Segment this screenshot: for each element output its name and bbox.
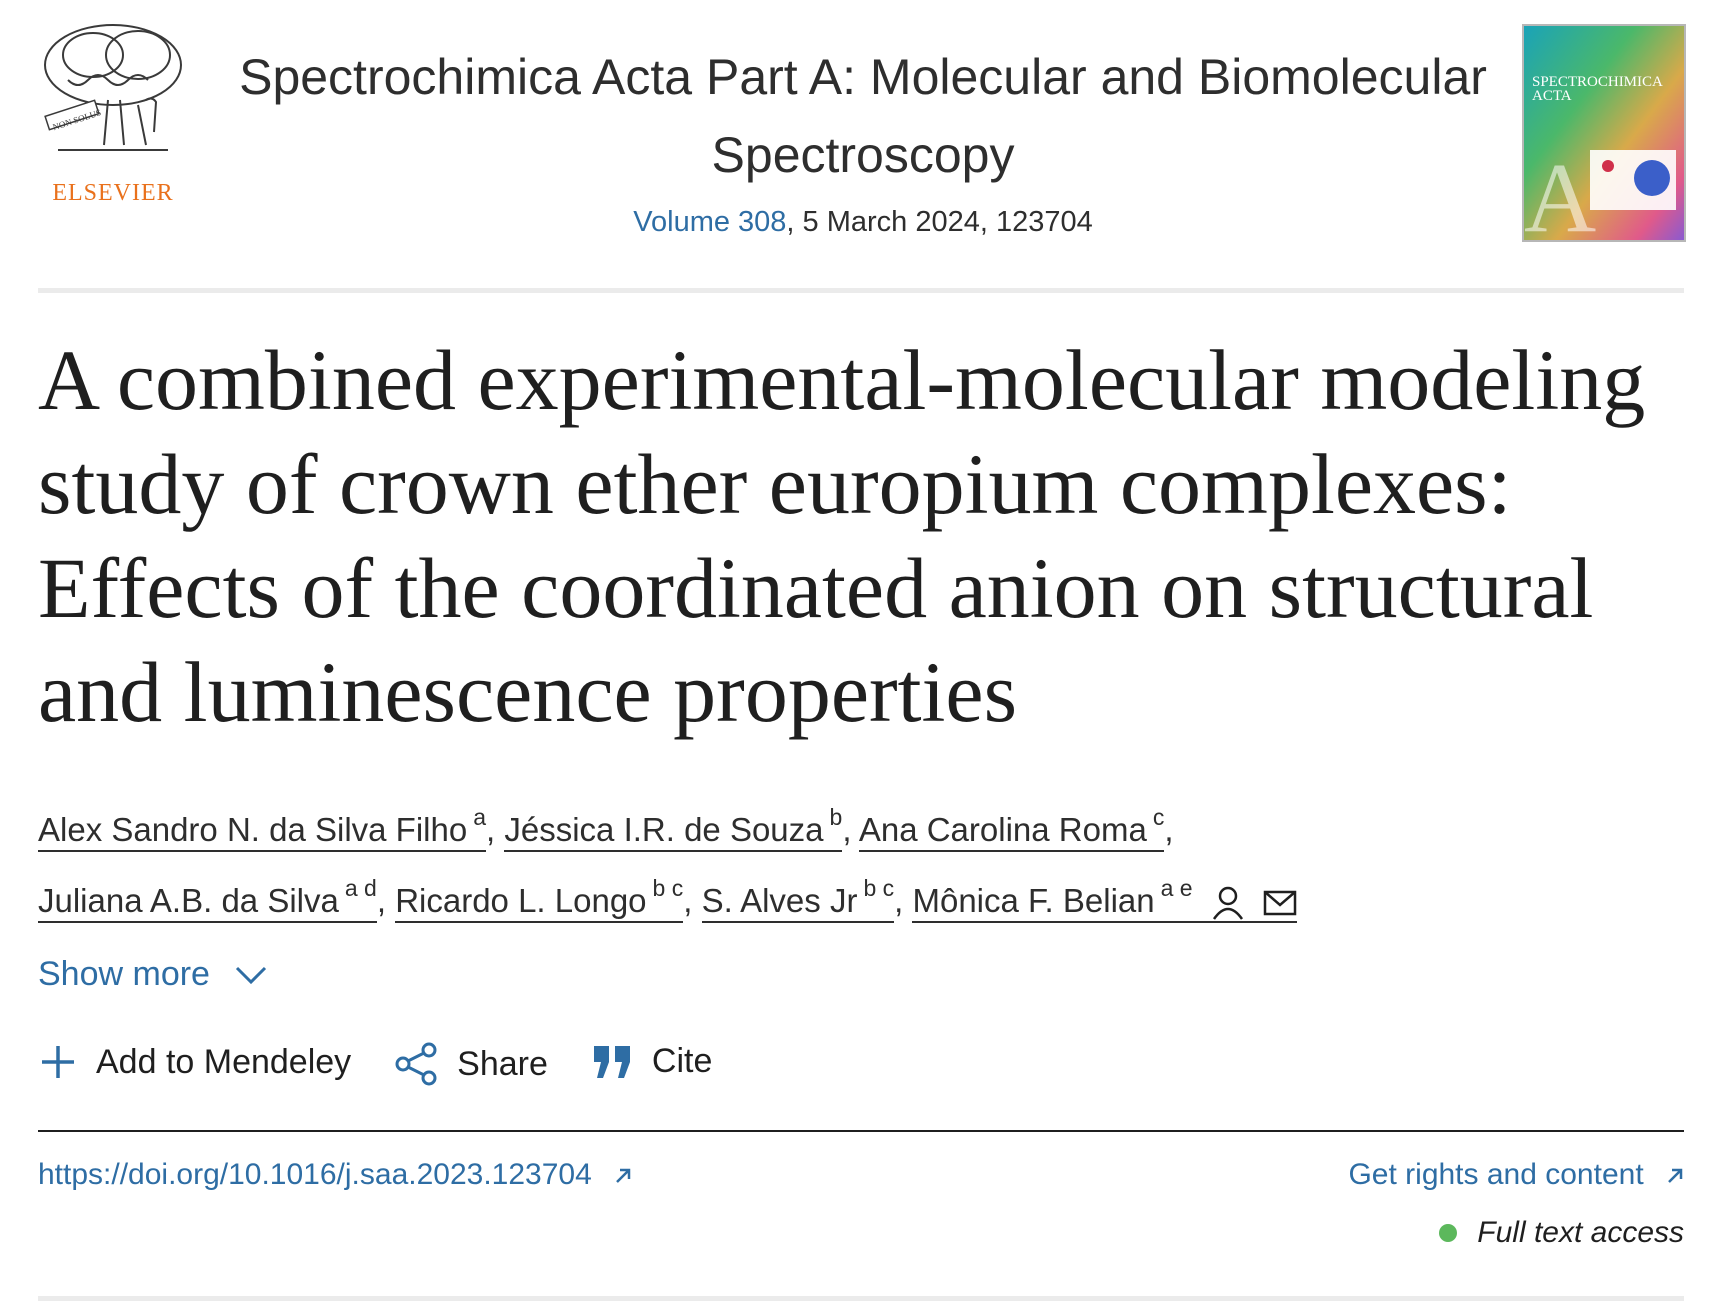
journal-issue-info: Volume 308, 5 March 2024, 123704 [238,206,1488,239]
chevron-down-icon [235,966,267,984]
plus-icon [42,1046,74,1078]
cover-letter: A [1524,142,1596,240]
journal-header: NON SOLUS ELSEVIER Spectrochimica Acta P… [38,0,1686,293]
article-actions-bar: Add to Mendeley Share Cite [38,1042,1684,1132]
journal-cover-image[interactable]: SPECTROCHIMICA ACTA A [1522,24,1686,242]
show-more-label: Show more [38,955,210,993]
external-link-icon [616,1168,631,1183]
elsevier-tree-logo[interactable]: NON SOLUS ELSEVIER [38,20,188,206]
tree-icon: NON SOLUS [44,24,182,151]
doi-link[interactable]: https://doi.org/10.1016/j.saa.2023.12370… [38,1158,632,1192]
author-link[interactable]: Ana Carolina Roma c [858,804,1165,852]
share-button[interactable]: Share [395,1042,548,1086]
author-link[interactable]: Juliana A.B. da Silva a d [38,875,377,923]
author-link-corresponding[interactable]: Mônica F. Belian a e [912,875,1297,923]
show-more-button[interactable]: Show more [38,955,268,994]
access-label: Full text access [1477,1216,1684,1249]
access-status-dot [1439,1224,1458,1242]
share-label: Share [457,1044,548,1083]
article-header-page: NON SOLUS ELSEVIER Spectrochimica Acta P… [38,0,1686,1302]
add-to-mendeley-button[interactable]: Add to Mendeley [38,1042,351,1082]
person-icon [1212,887,1243,921]
get-rights-link[interactable]: Get rights and content [1348,1158,1684,1192]
journal-title[interactable]: Spectrochimica Acta Part A: Molecular an… [238,38,1488,194]
add-to-mendeley-label: Add to Mendeley [96,1042,352,1081]
quote-icon [593,1045,630,1078]
author-link[interactable]: Jéssica I.R. de Souza b [504,804,843,852]
cite-button[interactable]: Cite [592,1042,712,1081]
external-link-icon [1668,1168,1683,1183]
divider [38,1296,1684,1301]
author-link[interactable]: S. Alves Jr b c [701,875,895,923]
author-list: Alex Sandro N. da Silva Filho a, Jéssica … [38,790,1684,932]
cover-title-line2: ACTA [1532,88,1572,104]
author-link[interactable]: Ricardo L. Longo b c [395,875,684,923]
article-title: A combined experimental-molecular modeli… [38,332,1646,740]
volume-link[interactable]: Volume 308 [633,206,786,238]
share-icon [395,1042,437,1086]
author-link[interactable]: Alex Sandro N. da Silva Filho a [38,804,487,852]
envelope-icon [1263,891,1297,916]
cite-label: Cite [651,1042,713,1080]
journal-info: Spectrochimica Acta Part A: Molecular an… [238,38,1488,239]
issue-details: , 5 March 2024, 123704 [786,206,1093,238]
publisher-name: ELSEVIER [52,180,174,206]
access-status: Full text access [1439,1216,1684,1250]
